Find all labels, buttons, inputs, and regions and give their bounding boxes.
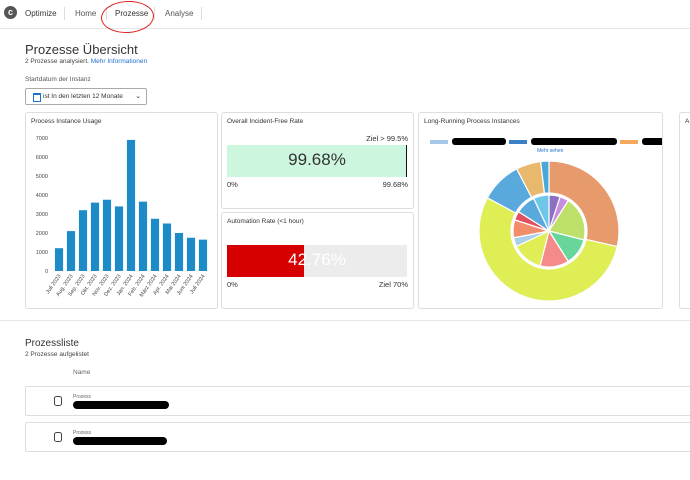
process-type-label: Prozess	[73, 430, 92, 436]
red-annotation-circle	[100, 0, 155, 35]
process-row[interactable]: Prozess	[25, 422, 690, 452]
usage-bar-chart: 01000200030004000500060007000Juli 2023Au…	[36, 136, 208, 298]
database-icon	[54, 396, 62, 406]
y-tick-label: 6000	[36, 155, 48, 161]
start-date-label: Startdatum der Instanz	[25, 76, 91, 83]
automation-card[interactable]: Automation Rate (<1 hour) 42.76% 0% Ziel…	[221, 212, 414, 309]
incident-max: 99.68%	[382, 180, 408, 189]
redacted-legend-label	[531, 138, 617, 145]
long-running-card[interactable]: Long-Running Process Instances Mehr sehe…	[418, 112, 663, 309]
usage-bar[interactable]	[162, 223, 172, 272]
incident-min: 0%	[227, 180, 238, 189]
chevron-down-icon: ⌄	[135, 93, 141, 100]
date-filter-dropdown[interactable]: ist In den letzten 12 Monate ⌄	[25, 88, 147, 105]
usage-bar[interactable]	[198, 239, 208, 271]
date-filter-value: ist In den letzten 12 Monate	[43, 93, 123, 100]
usage-bar[interactable]	[138, 201, 148, 271]
incident-progress-bar: 99.68%	[227, 145, 407, 177]
column-header-name: Name	[73, 369, 91, 376]
nav-divider	[201, 7, 202, 20]
usage-bar[interactable]	[186, 237, 196, 271]
redacted-legend-label	[452, 138, 506, 145]
partial-card-title: A	[685, 118, 690, 125]
section-divider	[0, 320, 690, 321]
redacted-process-name	[73, 401, 169, 409]
nav-divider	[154, 7, 155, 20]
incident-card[interactable]: Overall Incident-Free Rate Ziel > 99.5% …	[221, 112, 414, 209]
nav-divider	[64, 7, 65, 20]
usage-bar[interactable]	[102, 199, 112, 271]
usage-bar[interactable]	[150, 218, 160, 271]
usage-bar[interactable]	[90, 202, 100, 271]
process-list-title: Prozessliste	[25, 338, 79, 349]
page-title: Prozesse Übersicht	[25, 42, 138, 57]
y-tick-label: 5000	[36, 174, 48, 180]
usage-bar[interactable]	[126, 139, 136, 271]
y-tick-label: 0	[45, 269, 48, 275]
app-brand[interactable]: Optimize	[25, 9, 57, 18]
more-info-link[interactable]: Mehr Informationen	[91, 58, 147, 65]
camunda-logo-icon[interactable]: c	[4, 6, 17, 19]
legend-swatch	[430, 140, 448, 144]
page-subtitle: 2 Prozesse analysiert. Mehr Informatione…	[25, 58, 147, 65]
usage-bar[interactable]	[114, 206, 124, 271]
usage-bar[interactable]	[78, 210, 88, 271]
long-running-pie-chart	[430, 138, 662, 302]
usage-card[interactable]: Process Instance Usage 0 1000 2000 3000 4000…	[25, 112, 218, 309]
process-count-text: 2 Prozesse analysiert.	[25, 58, 89, 65]
redacted-legend-label	[642, 138, 662, 145]
usage-bar[interactable]	[174, 233, 184, 271]
process-type-label: Prozess	[73, 394, 92, 400]
y-tick-label: 7000	[36, 136, 48, 142]
incident-target: Ziel > 99.5%	[366, 134, 408, 143]
partial-card[interactable]: A	[679, 112, 690, 309]
usage-bar[interactable]	[66, 231, 76, 271]
y-tick-label: 4000	[36, 193, 48, 199]
y-tick-label: 3000	[36, 212, 48, 218]
incident-value: 99.68%	[288, 150, 346, 169]
automation-progress-track: 42.76%	[227, 245, 407, 277]
tab-home[interactable]: Home	[75, 9, 96, 18]
y-tick-label: 1000	[36, 250, 48, 256]
automation-value: 42.76%	[288, 250, 346, 269]
automation-card-title: Automation Rate (<1 hour)	[227, 218, 304, 225]
y-tick-label: 2000	[36, 231, 48, 237]
redacted-process-name	[73, 437, 167, 445]
see-more-link[interactable]: Mehr sehen	[537, 148, 563, 154]
legend-swatch	[509, 140, 527, 144]
automation-min: 0%	[227, 280, 238, 289]
automation-max: Ziel 70%	[378, 280, 408, 289]
process-list-subtitle: 2 Prozesse aufgelistet	[25, 351, 89, 358]
incident-card-title: Overall Incident-Free Rate	[227, 118, 304, 125]
database-icon	[54, 432, 62, 442]
tab-analyse[interactable]: Analyse	[165, 9, 193, 18]
process-row[interactable]: Prozess	[25, 386, 690, 416]
usage-bar[interactable]	[54, 248, 64, 271]
legend-swatch	[620, 140, 638, 144]
calendar-icon	[33, 93, 41, 102]
